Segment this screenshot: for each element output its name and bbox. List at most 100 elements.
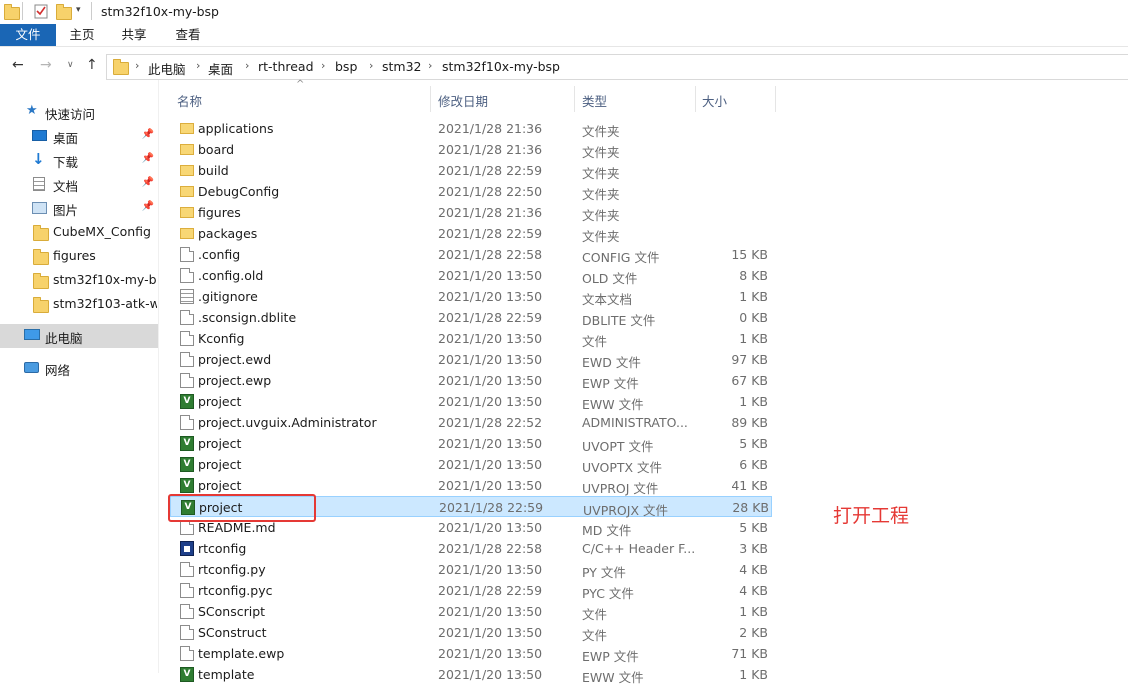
tab-home[interactable]: 主页 xyxy=(56,24,108,46)
file-row[interactable]: .gitignore 2021/1/20 13:50 文本文档 1 KB xyxy=(170,286,772,307)
sidebar-item-figures[interactable]: figures xyxy=(0,244,158,268)
file-row[interactable]: Vproject 2021/1/20 13:50 UVPROJ 文件 41 KB xyxy=(170,475,772,496)
tab-view[interactable]: 查看 xyxy=(162,24,214,46)
file-row[interactable]: template.ewp 2021/1/20 13:50 EWP 文件 71 KB xyxy=(170,643,772,664)
file-row[interactable]: rtconfig.py 2021/1/20 13:50 PY 文件 4 KB xyxy=(170,559,772,580)
sidebar-item-this-pc[interactable]: 此电脑 xyxy=(0,324,158,348)
file-name: template.ewp xyxy=(198,646,285,661)
file-row[interactable]: figures 2021/1/28 21:36 文件夹 xyxy=(170,202,772,223)
back-arrow-icon[interactable]: ← xyxy=(12,57,24,73)
column-date[interactable]: 修改日期 xyxy=(438,91,488,110)
column-type[interactable]: 类型 xyxy=(582,91,607,110)
file-row[interactable]: DebugConfig 2021/1/28 22:50 文件夹 xyxy=(170,181,772,202)
file-row[interactable]: Vproject 2021/1/20 13:50 EWW 文件 1 KB xyxy=(170,391,772,412)
keil-icon: V xyxy=(180,436,194,451)
sidebar-item-stm32f10x-my-bsp[interactable]: stm32f10x-my-bsp xyxy=(0,268,158,292)
tab-share[interactable]: 共享 xyxy=(108,24,160,46)
sidebar-item-cubemx-config[interactable]: CubeMX_Config xyxy=(0,220,158,244)
keil-icon: V xyxy=(180,667,194,682)
file-row[interactable]: packages 2021/1/28 22:59 文件夹 xyxy=(170,223,772,244)
sidebar-item-downloads[interactable]: ↓ 下载 📌 xyxy=(0,148,158,172)
properties-icon[interactable] xyxy=(34,4,48,19)
breadcrumb-this-pc[interactable]: 此电脑 xyxy=(148,59,186,78)
pin-icon[interactable]: 📌 xyxy=(142,201,154,212)
file-date: 2021/1/20 13:50 xyxy=(438,268,543,283)
sidebar-item-quick-access[interactable]: ★ 快速访问 xyxy=(0,100,158,124)
file-type: 文件夹 xyxy=(582,208,620,223)
file-name: project xyxy=(198,457,242,472)
file-row[interactable]: .config 2021/1/28 22:58 CONFIG 文件 15 KB xyxy=(170,244,772,265)
file-type: UVOPTX 文件 xyxy=(582,460,663,475)
window-title: stm32f10x-my-bsp xyxy=(101,4,219,19)
sidebar-item-network[interactable]: 网络 xyxy=(0,356,158,380)
download-icon: ↓ xyxy=(32,150,45,168)
file-name: packages xyxy=(198,226,258,241)
forward-arrow-icon[interactable]: → xyxy=(40,57,52,73)
chevron-down-icon[interactable]: ▾ xyxy=(76,5,90,19)
recent-chevron-icon[interactable]: ∨ xyxy=(67,60,74,70)
breadcrumb-desktop[interactable]: 桌面 xyxy=(208,59,233,78)
file-size: 41 KB xyxy=(731,478,768,493)
file-row[interactable]: rtconfig.pyc 2021/1/28 22:59 PYC 文件 4 KB xyxy=(170,580,772,601)
file-type: 文件 xyxy=(582,628,608,643)
file-row[interactable]: .sconsign.dblite 2021/1/28 22:59 DBLITE 文件… xyxy=(170,307,772,328)
pin-icon[interactable]: 📌 xyxy=(142,177,154,188)
file-row[interactable]: board 2021/1/28 21:36 文件夹 xyxy=(170,139,772,160)
file-row[interactable]: SConstruct 2021/1/20 13:50 文件 2 KB xyxy=(170,622,772,643)
breadcrumb-stm32[interactable]: stm32 xyxy=(382,59,422,74)
file-type: DBLITE 文件 xyxy=(582,313,656,328)
file-size: 6 KB xyxy=(739,457,768,472)
sidebar-item-pictures[interactable]: 图片 📌 xyxy=(0,196,158,220)
address-bar[interactable]: › 此电脑 › 桌面 › rt-thread › bsp › stm32 › s… xyxy=(106,54,1128,80)
file-row[interactable]: Kconfig 2021/1/20 13:50 文件 1 KB xyxy=(170,328,772,349)
file-row[interactable]: project.ewd 2021/1/20 13:50 EWD 文件 97 KB xyxy=(170,349,772,370)
file-date: 2021/1/28 22:59 xyxy=(439,500,544,515)
file-type: 文件 xyxy=(582,334,608,349)
sidebar-item-documents[interactable]: 文档 📌 xyxy=(0,172,158,196)
file-row[interactable]: Vproject 2021/1/20 13:50 UVOPT 文件 5 KB xyxy=(170,433,772,454)
file-name: applications xyxy=(198,121,274,136)
file-type: 文件夹 xyxy=(582,166,620,181)
file-date: 2021/1/20 13:50 xyxy=(438,289,543,304)
file-date: 2021/1/28 21:36 xyxy=(438,205,543,220)
pin-icon[interactable]: 📌 xyxy=(142,153,154,164)
column-name[interactable]: 名称 xyxy=(177,91,202,110)
up-arrow-icon[interactable]: ↑ xyxy=(86,57,98,73)
pin-icon[interactable]: 📌 xyxy=(142,129,154,140)
file-name: SConstruct xyxy=(198,625,267,640)
folder-icon xyxy=(4,4,20,20)
file-row[interactable]: rtconfig 2021/1/28 22:58 C/C++ Header F...… xyxy=(170,538,772,559)
sort-ascending-icon: ^ xyxy=(296,79,305,90)
file-type: EWW 文件 xyxy=(582,670,644,685)
file-row[interactable]: project.ewp 2021/1/20 13:50 EWP 文件 67 KB xyxy=(170,370,772,391)
file-row[interactable]: applications 2021/1/28 21:36 文件夹 xyxy=(170,118,772,139)
file-name: project xyxy=(198,394,242,409)
tab-file[interactable]: 文件 xyxy=(0,24,56,46)
file-name: project.ewd xyxy=(198,352,272,367)
file-date: 2021/1/20 13:50 xyxy=(438,373,543,388)
file-size: 28 KB xyxy=(732,500,769,515)
file-name: board xyxy=(198,142,235,157)
sidebar-item-stm32f103-atk[interactable]: stm32f103-atk-wa xyxy=(0,292,158,316)
file-name: project xyxy=(198,478,242,493)
file-row[interactable]: project.uvguix.Administrator 2021/1/28 22… xyxy=(170,412,772,433)
breadcrumb-bsp[interactable]: bsp xyxy=(335,59,357,74)
file-type: 文件 xyxy=(582,607,608,622)
file-row[interactable]: Vtemplate 2021/1/20 13:50 EWW 文件 1 KB xyxy=(170,664,772,685)
file-date: 2021/1/20 13:50 xyxy=(438,520,543,535)
file-row[interactable]: Vproject 2021/1/20 13:50 UVOPTX 文件 6 KB xyxy=(170,454,772,475)
new-folder-icon[interactable] xyxy=(56,4,72,20)
file-row[interactable]: .config.old 2021/1/20 13:50 OLD 文件 8 KB xyxy=(170,265,772,286)
file-type: CONFIG 文件 xyxy=(582,250,660,265)
breadcrumb-rt-thread[interactable]: rt-thread xyxy=(258,59,314,74)
file-date: 2021/1/28 22:52 xyxy=(438,415,543,430)
breadcrumb-current[interactable]: stm32f10x-my-bsp xyxy=(442,59,560,74)
file-date: 2021/1/28 22:50 xyxy=(438,184,543,199)
file-row[interactable]: SConscript 2021/1/20 13:50 文件 1 KB xyxy=(170,601,772,622)
header-file-icon xyxy=(180,541,194,556)
file-size: 4 KB xyxy=(739,562,768,577)
column-size[interactable]: 大小 xyxy=(702,91,727,110)
file-name: rtconfig.py xyxy=(198,562,266,577)
file-row[interactable]: build 2021/1/28 22:59 文件夹 xyxy=(170,160,772,181)
sidebar-item-desktop[interactable]: 桌面 📌 xyxy=(0,124,158,148)
